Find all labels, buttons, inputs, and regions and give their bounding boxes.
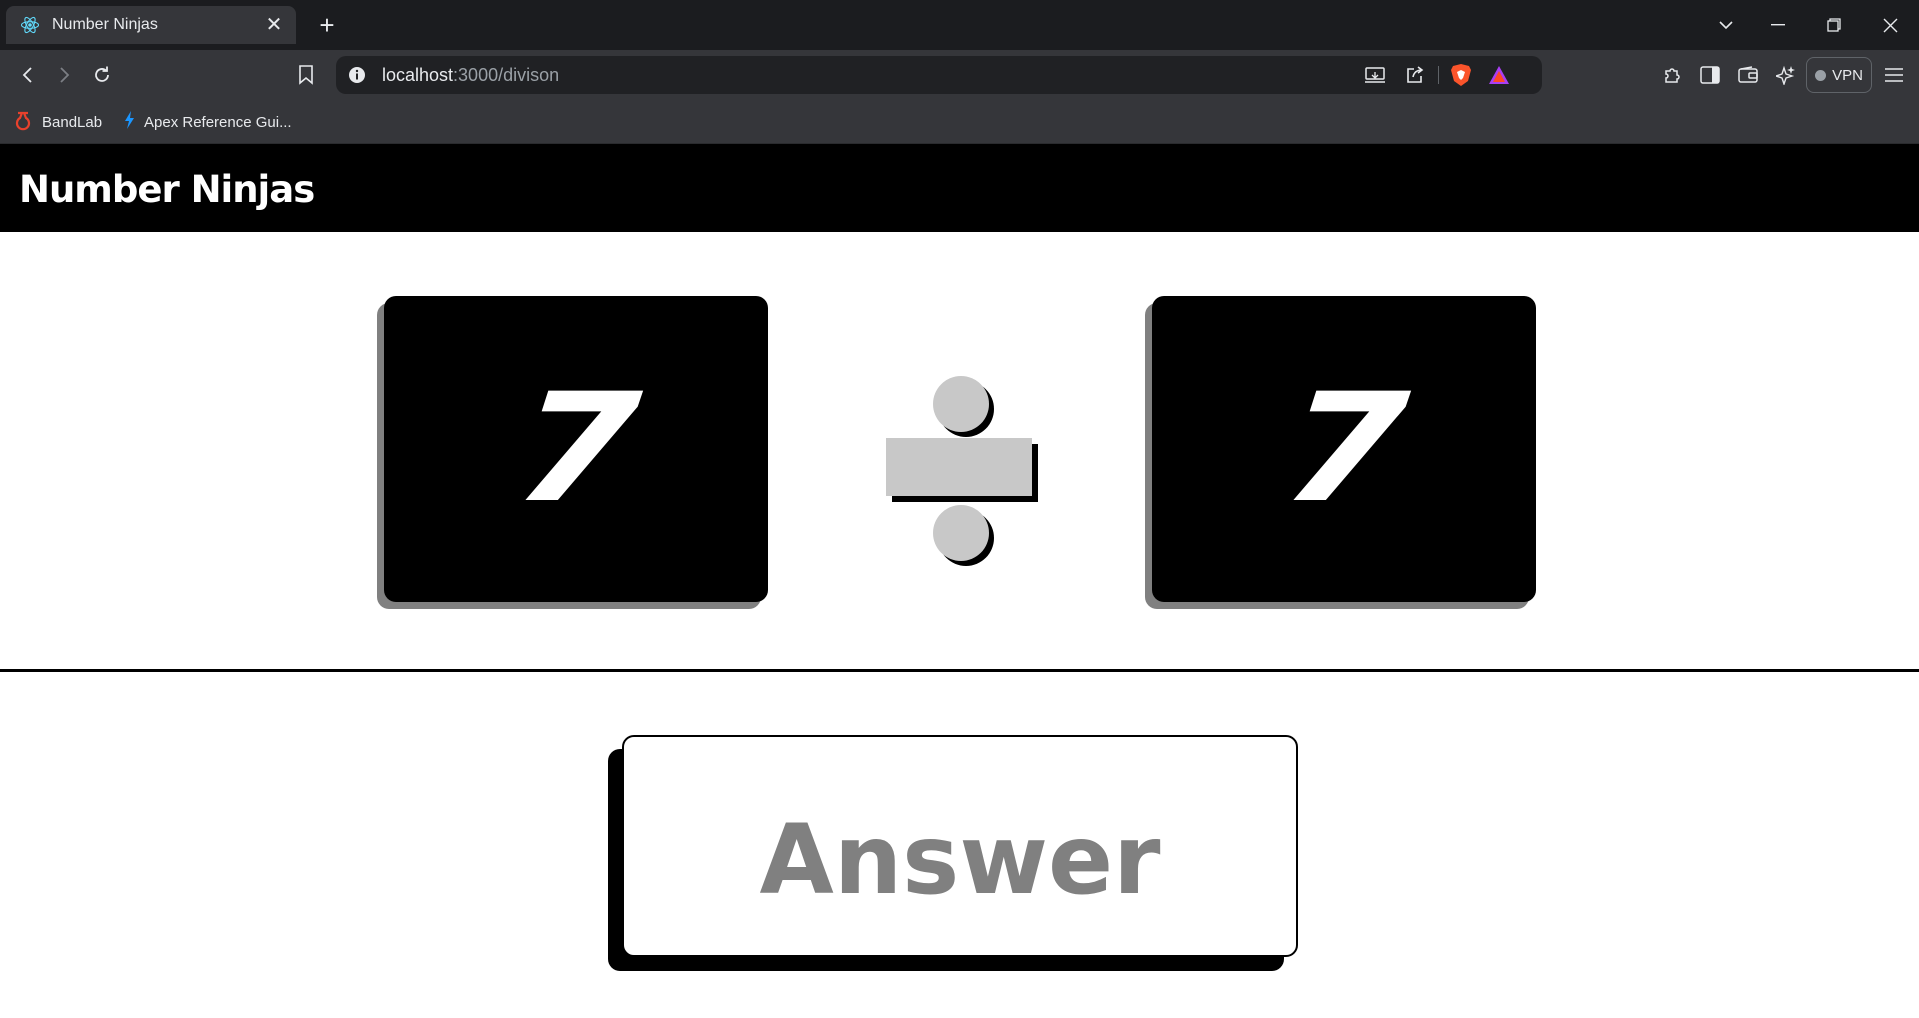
bookmark-icon[interactable] <box>290 60 322 90</box>
new-tab-button[interactable]: + <box>312 10 342 40</box>
tab-title: Number Ninjas <box>52 16 158 33</box>
close-window-icon[interactable] <box>1870 8 1910 42</box>
brave-rewards-icon[interactable] <box>1486 63 1512 87</box>
app-title: Number Ninjas <box>19 168 315 211</box>
section-divider <box>0 669 1919 672</box>
share-icon[interactable] <box>1402 63 1428 87</box>
lightning-icon <box>122 110 136 134</box>
url-path: :3000/divison <box>453 65 560 85</box>
leo-ai-icon[interactable] <box>1770 60 1802 90</box>
reload-icon[interactable] <box>86 60 118 90</box>
answer-input[interactable] <box>624 737 1296 955</box>
url-host: localhost <box>382 65 454 85</box>
division-dot-top <box>933 376 989 432</box>
forward-arrow-icon[interactable] <box>48 60 80 90</box>
close-tab-icon[interactable]: ✕ <box>262 13 286 37</box>
right-operand: 7 <box>1275 362 1413 536</box>
right-operand-card: 7 <box>1152 296 1536 602</box>
cast-icon[interactable] <box>1362 63 1388 87</box>
vpn-button[interactable]: VPN <box>1806 57 1872 93</box>
browser-tab-bar: Number Ninjas ✕ + <box>0 0 1919 50</box>
browser-toolbar: localhost:3000/divison VPN <box>0 50 1919 100</box>
restore-icon[interactable] <box>1814 8 1854 42</box>
bookmark-label: BandLab <box>42 113 103 131</box>
answer-box[interactable] <box>622 735 1298 957</box>
division-bar <box>886 438 1032 496</box>
menu-icon[interactable] <box>1878 60 1910 90</box>
division-sign-icon <box>886 376 1038 566</box>
vpn-status-icon <box>1815 69 1827 81</box>
react-icon <box>20 15 40 35</box>
wallet-icon[interactable] <box>1732 60 1764 90</box>
division-dot-bottom <box>933 505 989 561</box>
vpn-label: VPN <box>1832 66 1863 84</box>
left-operand: 7 <box>507 362 645 536</box>
browser-tab[interactable]: Number Ninjas ✕ <box>6 6 296 44</box>
left-operand-card: 7 <box>384 296 768 602</box>
tab-search-chevron-icon[interactable] <box>1706 8 1746 42</box>
url-text[interactable]: localhost:3000/divison <box>382 65 559 86</box>
address-bar[interactable]: localhost:3000/divison <box>336 56 1542 94</box>
bookmark-apex-reference[interactable]: Apex Reference Gui... <box>122 108 292 136</box>
site-info-icon[interactable] <box>348 66 366 84</box>
bandlab-icon <box>12 109 34 135</box>
minimize-icon[interactable] <box>1758 8 1798 42</box>
bookmarks-bar: BandLab Apex Reference Gui... <box>0 100 1919 144</box>
extensions-icon[interactable] <box>1656 60 1688 90</box>
bookmark-bandlab[interactable]: BandLab <box>12 108 102 136</box>
back-arrow-icon[interactable] <box>12 60 44 90</box>
bookmark-label: Apex Reference Gui... <box>144 113 292 131</box>
app-header: Number Ninjas <box>0 144 1919 232</box>
omnibox-separator <box>1438 66 1439 84</box>
brave-shields-icon[interactable] <box>1448 63 1474 87</box>
sidebar-icon[interactable] <box>1694 60 1726 90</box>
